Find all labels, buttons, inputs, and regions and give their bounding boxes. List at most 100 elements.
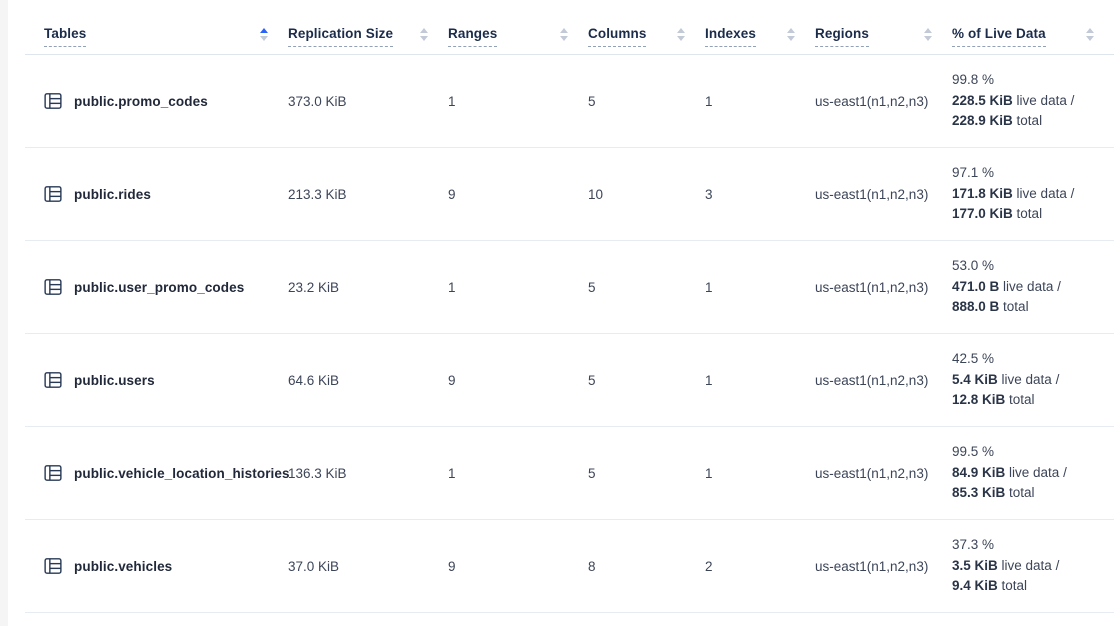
columns-cell: 5: [588, 334, 705, 426]
table-row[interactable]: public.rides 213.3 KiB 9 10 3 us-east1(n…: [25, 148, 1114, 241]
table-name-cell[interactable]: public.user_promo_codes: [25, 241, 288, 333]
table-body: public.promo_codes 373.0 KiB 1 5 1 us-ea…: [25, 55, 1114, 613]
table-name-cell[interactable]: public.vehicle_location_histories: [25, 427, 288, 519]
live-data-percent: 97.1 %: [952, 163, 994, 184]
indexes-cell: 3: [705, 148, 815, 240]
sort-down-icon: [260, 36, 268, 41]
live-data-percent: 37.3 %: [952, 535, 994, 556]
columns-cell: 8: [588, 520, 705, 612]
replication-size-cell: 23.2 KiB: [288, 241, 448, 333]
column-header-regions[interactable]: Regions: [815, 0, 952, 54]
sort-down-icon: [420, 36, 428, 41]
live-data-percent: 42.5 %: [952, 349, 994, 370]
column-header-label: Ranges: [448, 26, 497, 47]
table-name-cell[interactable]: public.rides: [25, 148, 288, 240]
indexes-cell: 1: [705, 55, 815, 147]
total-data-line: 228.9 KiB total: [952, 111, 1042, 132]
regions-cell: us-east1(n1,n2,n3): [815, 241, 952, 333]
sort-down-icon: [787, 36, 795, 41]
ranges-cell: 9: [448, 148, 588, 240]
table-icon: [44, 557, 62, 575]
column-header-tables[interactable]: Tables: [25, 0, 288, 54]
column-header-label: Tables: [44, 26, 86, 47]
page-gutter: [0, 0, 8, 626]
table-name: public.users: [74, 373, 155, 388]
tables-table: Tables Replication Size Ranges Columns I…: [25, 0, 1114, 613]
table-name: public.promo_codes: [74, 94, 208, 109]
total-data-line: 9.4 KiB total: [952, 576, 1027, 597]
replication-size-cell: 37.0 KiB: [288, 520, 448, 612]
table-row[interactable]: public.promo_codes 373.0 KiB 1 5 1 us-ea…: [25, 55, 1114, 148]
live-data-percent: 53.0 %: [952, 256, 994, 277]
live-data-line: 471.0 B live data /: [952, 277, 1061, 298]
table-name: public.rides: [74, 187, 151, 202]
indexes-cell: 2: [705, 520, 815, 612]
total-data-line: 177.0 KiB total: [952, 204, 1042, 225]
columns-cell: 5: [588, 55, 705, 147]
indexes-cell: 1: [705, 241, 815, 333]
live-data-percent: 99.5 %: [952, 442, 994, 463]
live-data-cell: 99.8 % 228.5 KiB live data / 228.9 KiB t…: [952, 55, 1114, 147]
live-data-line: 3.5 KiB live data /: [952, 556, 1059, 577]
table-icon: [44, 371, 62, 389]
sort-up-icon: [787, 28, 795, 33]
table-name-cell[interactable]: public.users: [25, 334, 288, 426]
sort-arrows-icon[interactable]: [1086, 28, 1094, 41]
column-header-columns[interactable]: Columns: [588, 0, 705, 54]
column-header-label: Replication Size: [288, 26, 393, 47]
column-header--of-live-data[interactable]: % of Live Data: [952, 0, 1114, 54]
ranges-cell: 1: [448, 427, 588, 519]
indexes-cell: 1: [705, 334, 815, 426]
live-data-cell: 53.0 % 471.0 B live data / 888.0 B total: [952, 241, 1114, 333]
sort-down-icon: [924, 36, 932, 41]
sort-down-icon: [1086, 36, 1094, 41]
live-data-cell: 99.5 % 84.9 KiB live data / 85.3 KiB tot…: [952, 427, 1114, 519]
table-icon: [44, 185, 62, 203]
total-data-line: 888.0 B total: [952, 297, 1029, 318]
ranges-cell: 1: [448, 241, 588, 333]
table-name: public.vehicle_location_histories: [74, 466, 290, 481]
live-data-percent: 99.8 %: [952, 70, 994, 91]
sort-arrows-icon[interactable]: [924, 28, 932, 41]
regions-cell: us-east1(n1,n2,n3): [815, 427, 952, 519]
ranges-cell: 1: [448, 55, 588, 147]
total-data-line: 12.8 KiB total: [952, 390, 1035, 411]
sort-down-icon: [677, 36, 685, 41]
ranges-cell: 9: [448, 520, 588, 612]
sort-up-icon: [260, 28, 268, 33]
table-row[interactable]: public.user_promo_codes 23.2 KiB 1 5 1 u…: [25, 241, 1114, 334]
column-header-label: Indexes: [705, 26, 756, 47]
column-header-label: Columns: [588, 26, 646, 47]
table-row[interactable]: public.vehicles 37.0 KiB 9 8 2 us-east1(…: [25, 520, 1114, 613]
table-name: public.user_promo_codes: [74, 280, 244, 295]
sort-arrows-icon[interactable]: [560, 28, 568, 41]
sort-arrows-icon[interactable]: [420, 28, 428, 41]
sort-up-icon: [1086, 28, 1094, 33]
replication-size-cell: 373.0 KiB: [288, 55, 448, 147]
sort-arrows-icon[interactable]: [787, 28, 795, 41]
columns-cell: 5: [588, 241, 705, 333]
sort-arrows-icon[interactable]: [677, 28, 685, 41]
replication-size-cell: 213.3 KiB: [288, 148, 448, 240]
sort-down-icon: [560, 36, 568, 41]
table-row[interactable]: public.vehicle_location_histories 136.3 …: [25, 427, 1114, 520]
live-data-cell: 37.3 % 3.5 KiB live data / 9.4 KiB total: [952, 520, 1114, 612]
sort-arrows-icon[interactable]: [260, 28, 268, 41]
table-icon: [44, 278, 62, 296]
table-name: public.vehicles: [74, 559, 172, 574]
column-header-ranges[interactable]: Ranges: [448, 0, 588, 54]
table-name-cell[interactable]: public.promo_codes: [25, 55, 288, 147]
columns-cell: 5: [588, 427, 705, 519]
sort-up-icon: [677, 28, 685, 33]
table-icon: [44, 92, 62, 110]
column-header-replication-size[interactable]: Replication Size: [288, 0, 448, 54]
column-header-indexes[interactable]: Indexes: [705, 0, 815, 54]
regions-cell: us-east1(n1,n2,n3): [815, 520, 952, 612]
sort-up-icon: [924, 28, 932, 33]
replication-size-cell: 64.6 KiB: [288, 334, 448, 426]
total-data-line: 85.3 KiB total: [952, 483, 1035, 504]
ranges-cell: 9: [448, 334, 588, 426]
table-name-cell[interactable]: public.vehicles: [25, 520, 288, 612]
table-icon: [44, 464, 62, 482]
table-row[interactable]: public.users 64.6 KiB 9 5 1 us-east1(n1,…: [25, 334, 1114, 427]
